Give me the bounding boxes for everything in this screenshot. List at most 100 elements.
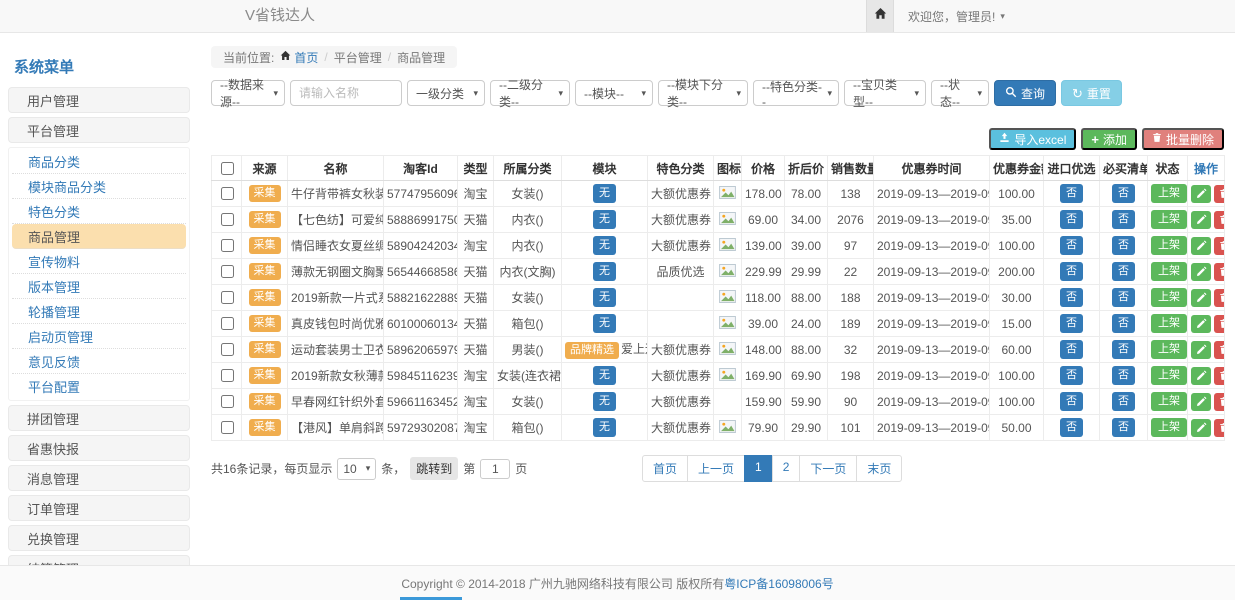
edit-button[interactable] bbox=[1191, 367, 1211, 385]
status-toggle[interactable]: 上架 bbox=[1151, 236, 1187, 255]
filter-select-6[interactable]: --状态--▾ bbox=[931, 80, 989, 106]
edit-button[interactable] bbox=[1191, 419, 1211, 437]
sidebar-item-5[interactable]: 商品管理 bbox=[12, 224, 186, 249]
sidebar-item-2[interactable]: 商品分类 bbox=[12, 149, 186, 174]
sidebar-item-15[interactable]: 订单管理 bbox=[8, 495, 190, 521]
import-select-toggle[interactable]: 否 bbox=[1060, 314, 1083, 333]
import-select-toggle[interactable]: 否 bbox=[1060, 392, 1083, 411]
sidebar-item-13[interactable]: 省惠快报 bbox=[8, 435, 190, 461]
import-select-toggle[interactable]: 否 bbox=[1060, 418, 1083, 437]
must-buy-toggle[interactable]: 否 bbox=[1112, 184, 1135, 203]
sidebar-item-14[interactable]: 消息管理 bbox=[8, 465, 190, 491]
status-toggle[interactable]: 上架 bbox=[1151, 418, 1187, 437]
must-buy-toggle[interactable]: 否 bbox=[1112, 288, 1135, 307]
sidebar-item-7[interactable]: 版本管理 bbox=[12, 274, 186, 299]
status-toggle[interactable]: 上架 bbox=[1151, 288, 1187, 307]
must-buy-toggle[interactable]: 否 bbox=[1112, 262, 1135, 281]
must-buy-toggle[interactable]: 否 bbox=[1112, 314, 1135, 333]
status-toggle[interactable]: 上架 bbox=[1151, 184, 1187, 203]
import-select-toggle[interactable]: 否 bbox=[1060, 340, 1083, 359]
filter-select-1[interactable]: --二级分类--▾ bbox=[490, 80, 570, 106]
must-buy-toggle[interactable]: 否 bbox=[1112, 210, 1135, 229]
row-checkbox[interactable] bbox=[221, 343, 234, 356]
delete-button[interactable] bbox=[1214, 315, 1225, 333]
delete-button[interactable] bbox=[1214, 211, 1225, 229]
home-button[interactable] bbox=[866, 0, 894, 32]
import-select-toggle[interactable]: 否 bbox=[1060, 288, 1083, 307]
row-checkbox[interactable] bbox=[221, 421, 234, 434]
status-toggle[interactable]: 上架 bbox=[1151, 340, 1187, 359]
page-button-3[interactable]: 2 bbox=[772, 455, 801, 482]
import-select-toggle[interactable]: 否 bbox=[1060, 210, 1083, 229]
row-checkbox[interactable] bbox=[221, 395, 234, 408]
search-button[interactable]: 查询 bbox=[994, 80, 1056, 106]
delete-button[interactable] bbox=[1214, 367, 1225, 385]
row-checkbox[interactable] bbox=[221, 369, 234, 382]
row-checkbox[interactable] bbox=[221, 213, 234, 226]
page-button-1[interactable]: 上一页 bbox=[687, 455, 745, 482]
sidebar-item-11[interactable]: 平台配置 bbox=[12, 374, 186, 399]
must-buy-toggle[interactable]: 否 bbox=[1112, 392, 1135, 411]
sidebar-item-1[interactable]: 平台管理 bbox=[8, 117, 190, 143]
page-button-2[interactable]: 1 bbox=[744, 455, 773, 482]
filter-select-2[interactable]: --模块--▾ bbox=[575, 80, 653, 106]
filter-select-3[interactable]: --模块下分类--▾ bbox=[658, 80, 748, 106]
row-checkbox[interactable] bbox=[221, 239, 234, 252]
breadcrumb-home-link[interactable]: 首页 bbox=[280, 49, 318, 66]
reset-button[interactable]: ↻ 重置 bbox=[1061, 80, 1122, 106]
import-select-toggle[interactable]: 否 bbox=[1060, 366, 1083, 385]
add-button[interactable]: + 添加 bbox=[1081, 128, 1137, 150]
icp-link[interactable]: 粤ICP备16098006号 bbox=[724, 575, 833, 592]
edit-button[interactable] bbox=[1191, 289, 1211, 307]
sidebar-item-3[interactable]: 模块商品分类 bbox=[12, 174, 186, 199]
data-source-select[interactable]: --数据来源--▾ bbox=[211, 80, 285, 106]
filter-select-5[interactable]: --宝贝类型--▾ bbox=[844, 80, 926, 106]
per-page-select[interactable]: 10 ▾ bbox=[337, 458, 376, 480]
sidebar-item-4[interactable]: 特色分类 bbox=[12, 199, 186, 224]
sidebar-item-12[interactable]: 拼团管理 bbox=[8, 405, 190, 431]
delete-button[interactable] bbox=[1214, 393, 1225, 411]
status-toggle[interactable]: 上架 bbox=[1151, 392, 1187, 411]
page-button-5[interactable]: 末页 bbox=[856, 455, 902, 482]
import-select-toggle[interactable]: 否 bbox=[1060, 236, 1083, 255]
sidebar-item-16[interactable]: 兑换管理 bbox=[8, 525, 190, 551]
row-checkbox[interactable] bbox=[221, 317, 234, 330]
status-toggle[interactable]: 上架 bbox=[1151, 314, 1187, 333]
filter-select-0[interactable]: 一级分类▾ bbox=[407, 80, 485, 106]
edit-button[interactable] bbox=[1191, 237, 1211, 255]
page-button-4[interactable]: 下一页 bbox=[799, 455, 857, 482]
edit-button[interactable] bbox=[1191, 393, 1211, 411]
batch-delete-button[interactable]: 批量删除 bbox=[1142, 128, 1224, 150]
row-checkbox[interactable] bbox=[221, 187, 234, 200]
status-toggle[interactable]: 上架 bbox=[1151, 262, 1187, 281]
import-select-toggle[interactable]: 否 bbox=[1060, 262, 1083, 281]
delete-button[interactable] bbox=[1214, 289, 1225, 307]
sidebar-item-10[interactable]: 意见反馈 bbox=[12, 349, 186, 374]
status-toggle[interactable]: 上架 bbox=[1151, 366, 1187, 385]
delete-button[interactable] bbox=[1214, 341, 1225, 359]
delete-button[interactable] bbox=[1214, 237, 1225, 255]
delete-button[interactable] bbox=[1214, 419, 1225, 437]
import-select-toggle[interactable]: 否 bbox=[1060, 184, 1083, 203]
page-button-0[interactable]: 首页 bbox=[642, 455, 688, 482]
delete-button[interactable] bbox=[1214, 263, 1225, 281]
row-checkbox[interactable] bbox=[221, 265, 234, 278]
edit-button[interactable] bbox=[1191, 341, 1211, 359]
name-search-input[interactable] bbox=[290, 80, 402, 106]
select-all-checkbox[interactable] bbox=[221, 162, 234, 175]
sidebar-item-9[interactable]: 启动页管理 bbox=[12, 324, 186, 349]
status-toggle[interactable]: 上架 bbox=[1151, 210, 1187, 229]
filter-select-4[interactable]: --特色分类--▾ bbox=[753, 80, 839, 106]
edit-button[interactable] bbox=[1191, 211, 1211, 229]
user-menu[interactable]: 欢迎您，管理员! ▾ bbox=[908, 8, 1005, 25]
must-buy-toggle[interactable]: 否 bbox=[1112, 366, 1135, 385]
jump-page-input[interactable] bbox=[480, 459, 510, 479]
must-buy-toggle[interactable]: 否 bbox=[1112, 418, 1135, 437]
edit-button[interactable] bbox=[1191, 315, 1211, 333]
edit-button[interactable] bbox=[1191, 263, 1211, 281]
edit-button[interactable] bbox=[1191, 185, 1211, 203]
sidebar-item-0[interactable]: 用户管理 bbox=[8, 87, 190, 113]
sidebar-item-6[interactable]: 宣传物料 bbox=[12, 249, 186, 274]
must-buy-toggle[interactable]: 否 bbox=[1112, 236, 1135, 255]
import-excel-button[interactable]: 导入excel bbox=[989, 128, 1076, 150]
